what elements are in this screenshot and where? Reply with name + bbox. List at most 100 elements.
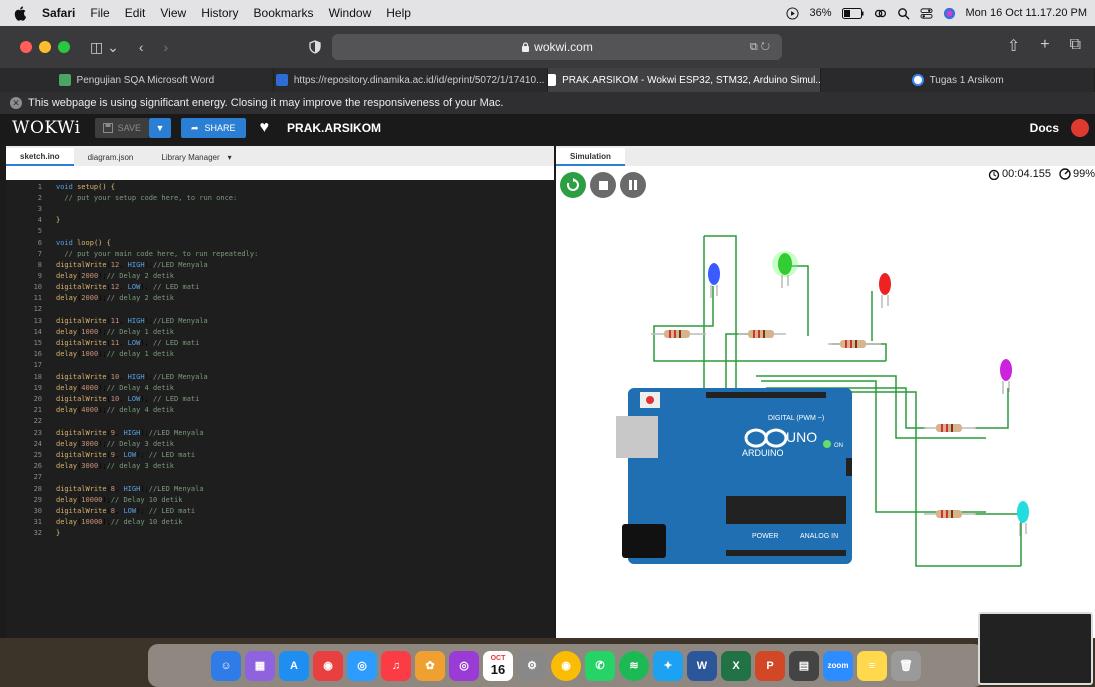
apple-icon[interactable] [14, 5, 28, 21]
chrome-icon[interactable]: ◉ [551, 650, 581, 681]
tab-diagram-json[interactable]: diagram.json [74, 148, 148, 166]
share-arrow-icon: ➦ [190, 122, 199, 133]
spotlight-search-icon[interactable] [897, 7, 910, 20]
launchpad-icon[interactable]: ▦ [245, 650, 275, 681]
resistor[interactable] [924, 424, 976, 432]
arduino-uno-board[interactable]: UNO ARDUINO DIGITAL (PWM ~) POWER ANALOG… [616, 388, 852, 564]
line-number: 12 [33, 305, 42, 313]
screenshot-thumbnail[interactable] [978, 612, 1093, 685]
simulation-canvas[interactable]: 00:04.155 99% UNO ARDUINO DIGITAL (PWM ~… [556, 166, 1095, 638]
simulation-tab-bar: Simulation [556, 146, 1095, 166]
browser-tab-repository[interactable]: https://repository.dinamika.ac.id/id/epr… [274, 68, 548, 92]
save-dropdown-button[interactable]: ▼ [148, 118, 171, 138]
resistor[interactable] [651, 330, 706, 338]
new-tab-icon[interactable]: + [1040, 36, 1049, 56]
control-center-icon[interactable] [919, 7, 933, 20]
minimize-window-button[interactable] [39, 41, 51, 53]
menu-bookmarks[interactable]: Bookmarks [254, 6, 314, 20]
heart-icon[interactable]: ♥ [260, 119, 270, 137]
wokwi-logo[interactable]: WOKWi [12, 118, 81, 138]
menu-history[interactable]: History [201, 6, 238, 20]
line-number: 32 [33, 529, 42, 537]
project-name[interactable]: PRAK.ARSIKOM [287, 121, 381, 135]
forward-arrow-icon[interactable]: › [164, 39, 169, 55]
resistor[interactable] [924, 510, 976, 518]
back-arrow-icon[interactable]: ‹ [139, 39, 144, 55]
notice-text: This webpage is using significant energy… [28, 97, 504, 109]
privacy-shield-icon[interactable] [309, 40, 321, 54]
menu-window[interactable]: Window [329, 6, 372, 20]
twitter-icon[interactable]: ✦ [653, 650, 683, 681]
menu-file[interactable]: File [90, 6, 109, 20]
led-cyan[interactable] [1017, 501, 1029, 536]
line-number: 5 [37, 227, 42, 235]
line-number: 4 [37, 216, 42, 224]
word-icon[interactable]: W [687, 650, 717, 681]
safari-dock-icon[interactable]: ◎ [347, 650, 377, 681]
notes-icon[interactable]: ≡ [857, 650, 887, 681]
calculator-icon[interactable]: ▤ [789, 650, 819, 681]
translate-reload-icon[interactable]: ⧉ ↻ [750, 41, 770, 54]
browser-tab-bar: Pengujian SQA Microsoft Word https://rep… [0, 68, 1095, 92]
browser-tab-word[interactable]: Pengujian SQA Microsoft Word [0, 68, 274, 92]
share-icon[interactable]: ⇧ [1007, 36, 1020, 56]
line-number: 27 [33, 473, 42, 481]
play-circle-icon[interactable] [786, 6, 800, 20]
board-power-label: POWER [752, 533, 778, 540]
menu-edit[interactable]: Edit [125, 6, 146, 20]
url-text: wokwi.com [534, 40, 593, 54]
zoom-icon[interactable]: zoom [823, 650, 853, 681]
photos-icon[interactable]: ✿ [415, 650, 445, 681]
led-green[interactable] [772, 251, 798, 288]
whatsapp-icon[interactable]: ✆ [585, 650, 615, 681]
trash-icon[interactable]: 🗑 [891, 650, 921, 681]
battery-icon[interactable] [841, 7, 864, 19]
code-editor[interactable]: 1 void setup() { 2 // put your setup code… [6, 180, 554, 638]
led-purple[interactable] [1000, 359, 1012, 394]
photo-booth-icon[interactable]: ◉ [313, 650, 343, 681]
siri-icon[interactable] [943, 7, 956, 20]
sidebar-icon[interactable]: ◫ ⌄ [90, 39, 119, 56]
led-blue[interactable] [708, 263, 720, 298]
link-icon[interactable] [874, 7, 887, 20]
line-number: 19 [33, 384, 42, 392]
spotify-icon[interactable]: ≋ [619, 650, 649, 681]
menu-help[interactable]: Help [386, 6, 411, 20]
close-notice-icon[interactable]: ✕ [10, 97, 22, 109]
finder-icon[interactable]: ☺ [211, 650, 241, 681]
close-window-button[interactable] [20, 41, 32, 53]
save-button[interactable]: SAVE [94, 118, 149, 138]
menu-view[interactable]: View [160, 6, 186, 20]
tab-overview-icon[interactable]: ⧉ [1070, 36, 1081, 56]
menu-app-safari[interactable]: Safari [42, 6, 75, 20]
calendar-icon[interactable]: OCT 16 [483, 650, 513, 681]
system-preferences-icon[interactable]: ⚙ [517, 650, 547, 681]
zoom-window-button[interactable] [58, 41, 70, 53]
excel-icon[interactable]: X [721, 650, 751, 681]
docs-link[interactable]: Docs [1030, 121, 1059, 135]
browser-tab-google[interactable]: Tugas 1 Arsikom [821, 68, 1095, 92]
resistor[interactable] [738, 330, 786, 338]
address-bar[interactable]: wokwi.com ⧉ ↻ [332, 34, 782, 60]
editor-top-strip [6, 166, 554, 180]
line-number: 21 [33, 406, 42, 414]
tab-library-manager[interactable]: Library Manager ▾ [147, 148, 245, 166]
board-on-label: ON [834, 443, 843, 449]
podcasts-icon[interactable]: ◎ [449, 650, 479, 681]
line-number: 11 [33, 294, 42, 302]
safari-toolbar: ◫ ⌄ ‹ › wokwi.com ⧉ ↻ ⇧ + ⧉ [0, 26, 1095, 68]
led-red[interactable] [879, 273, 891, 308]
line-number: 7 [37, 250, 42, 258]
resistor[interactable] [828, 340, 881, 348]
document-favicon-icon [275, 74, 288, 86]
share-button[interactable]: ➦ SHARE [180, 118, 246, 138]
calendar-day: 16 [490, 661, 506, 677]
app-store-icon[interactable]: A [279, 650, 309, 681]
powerpoint-icon[interactable]: P [755, 650, 785, 681]
tab-sketch-ino[interactable]: sketch.ino [6, 148, 74, 166]
music-icon[interactable]: ♫ [381, 650, 411, 681]
tab-simulation[interactable]: Simulation [556, 148, 625, 166]
user-avatar[interactable] [1071, 119, 1089, 137]
menubar-clock[interactable]: Mon 16 Oct 11.17.20 PM [966, 7, 1087, 19]
browser-tab-wokwi[interactable]: PRAK.ARSIKOM - Wokwi ESP32, STM32, Ardui… [547, 68, 822, 92]
